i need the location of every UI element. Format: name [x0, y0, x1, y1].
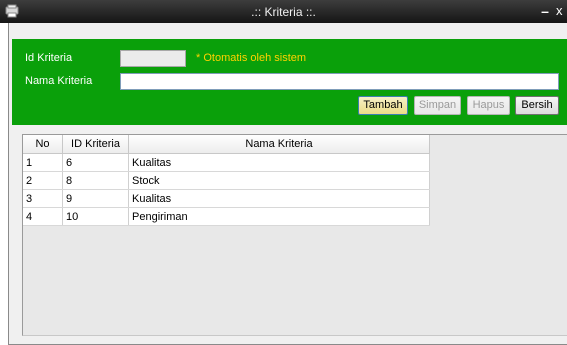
simpan-button[interactable]: Simpan: [414, 96, 461, 115]
column-header-nama-kriteria[interactable]: Nama Kriteria: [128, 135, 430, 154]
hapus-button[interactable]: Hapus: [467, 96, 510, 115]
cell-no: 4: [23, 207, 63, 226]
id-kriteria-hint: * Otomatis oleh sistem: [196, 52, 307, 64]
cell-id-kriteria: 8: [62, 171, 129, 190]
tambah-button[interactable]: Tambah: [358, 96, 408, 115]
cell-id-kriteria: 6: [62, 153, 129, 172]
table-header-row: No ID Kriteria Nama Kriteria: [23, 135, 430, 154]
cell-nama-kriteria: Pengiriman: [128, 207, 430, 226]
id-kriteria-label: Id Kriteria: [25, 52, 73, 64]
bersih-button[interactable]: Bersih: [515, 96, 559, 115]
column-header-no[interactable]: No: [23, 135, 63, 154]
kriteria-table: No ID Kriteria Nama Kriteria 1 6 Kualita…: [23, 135, 430, 226]
cell-nama-kriteria: Stock: [128, 171, 430, 190]
table-row[interactable]: 4 10 Pengiriman: [23, 207, 430, 226]
close-button[interactable]: x: [556, 3, 567, 19]
nama-kriteria-field[interactable]: [120, 73, 559, 90]
title-bar[interactable]: .:: Kriteria ::. – x: [0, 0, 567, 23]
cell-nama-kriteria: Kualitas: [128, 189, 430, 208]
cell-no: 3: [23, 189, 63, 208]
kriteria-window: .:: Kriteria ::. – x Id Kriteria * Otoma…: [0, 0, 567, 345]
cell-id-kriteria: 9: [62, 189, 129, 208]
id-kriteria-field[interactable]: [120, 50, 186, 67]
window-title: .:: Kriteria ::.: [251, 5, 316, 19]
table-row[interactable]: 3 9 Kualitas: [23, 189, 430, 208]
table-row[interactable]: 1 6 Kualitas: [23, 153, 430, 172]
cell-no: 1: [23, 153, 63, 172]
cell-nama-kriteria: Kualitas: [128, 153, 430, 172]
cell-id-kriteria: 10: [62, 207, 129, 226]
nama-kriteria-label: Nama Kriteria: [25, 75, 93, 87]
column-header-id-kriteria[interactable]: ID Kriteria: [62, 135, 129, 154]
cell-no: 2: [23, 171, 63, 190]
minimize-button[interactable]: –: [538, 3, 552, 19]
table-row[interactable]: 2 8 Stock: [23, 171, 430, 190]
